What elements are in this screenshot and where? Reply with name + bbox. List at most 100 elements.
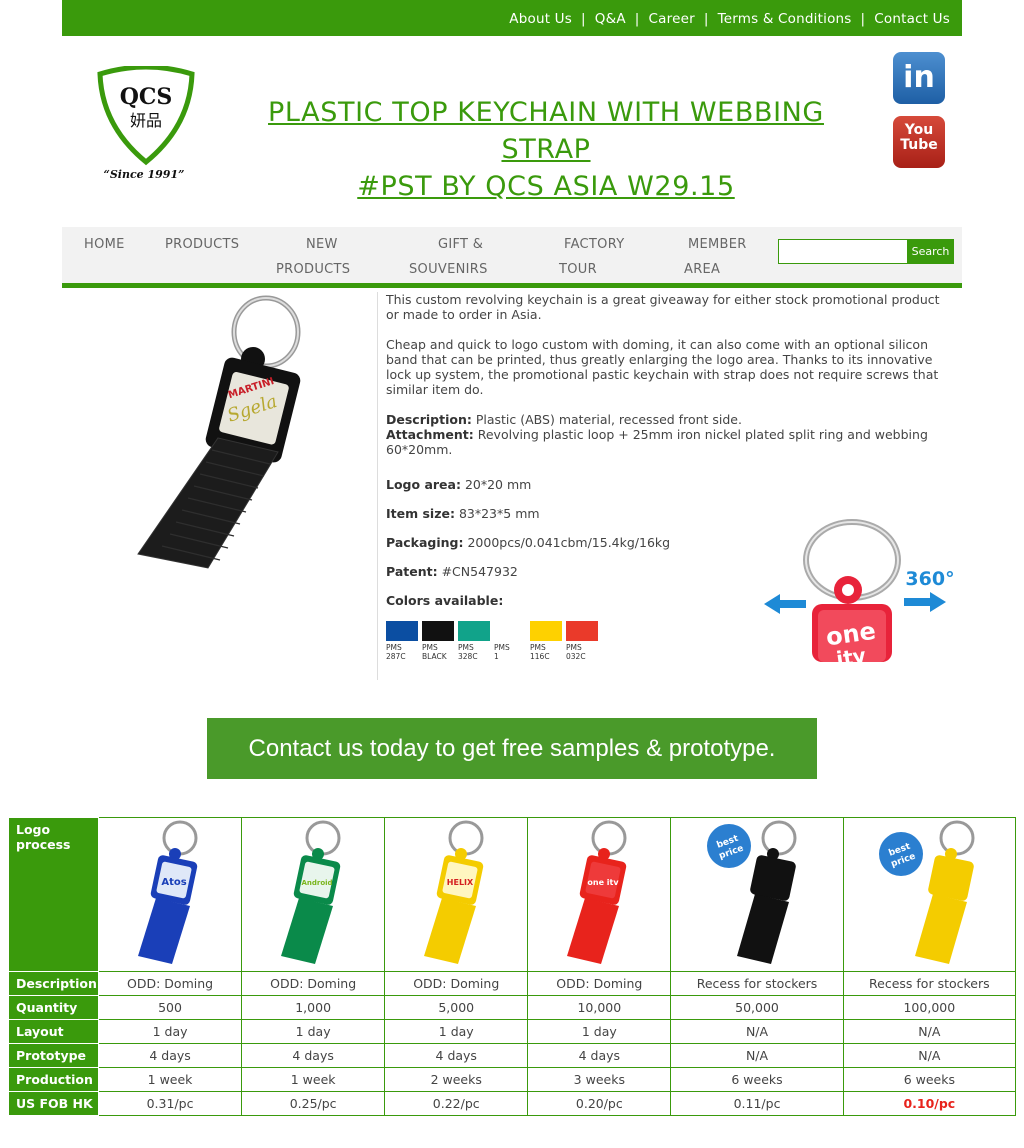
- table-cell: 0.22/pc: [384, 1091, 529, 1116]
- spec-packaging: Packaging: 2000pcs/0.041cbm/15.4kg/16kg: [386, 535, 670, 550]
- spec-patent: Patent: #CN547932: [386, 564, 518, 579]
- product-cell: one itv: [527, 817, 672, 972]
- swatch: PMS BLACK: [422, 621, 454, 661]
- swatch-color: [386, 621, 418, 641]
- colors-label-text: Colors available:: [386, 593, 504, 608]
- table-row-price: US FOB HK 0.31/pc 0.25/pc 0.22/pc 0.20/p…: [8, 1091, 1017, 1116]
- table-cell: 1 day: [384, 1019, 529, 1044]
- contact-cta-button[interactable]: Contact us today to get free samples & p…: [207, 718, 817, 779]
- table-cell: 1 day: [97, 1019, 243, 1044]
- title-line-1: PLASTIC TOP KEYCHAIN WITH WEBBING STRAP: [268, 97, 824, 165]
- nav-gift-line-2: SOUVENIRS: [409, 262, 488, 277]
- search-input[interactable]: [778, 239, 908, 264]
- product-cell: best price: [670, 817, 844, 972]
- youtube-text-1: You: [904, 122, 934, 138]
- youtube-text-2: Tube: [900, 137, 938, 153]
- qcs-logo[interactable]: QCS 妍品 “Since 1991”: [96, 64, 196, 186]
- table-cell: 500: [97, 995, 243, 1020]
- row-header-description: Description: [8, 971, 99, 996]
- row-header-text: Logo process: [16, 822, 71, 852]
- swatch-label-1: PMS: [566, 643, 582, 652]
- table-cell: 4 days: [527, 1043, 672, 1068]
- swatch: PMS 328C: [458, 621, 490, 661]
- swatch-label-1: PMS: [422, 643, 438, 652]
- table-cell: 2 weeks: [384, 1067, 529, 1092]
- table-cell: ODD: Doming: [97, 971, 243, 996]
- keychain-thumbnail: bestprice: [879, 820, 975, 964]
- spec-logo-area: Logo area: 20*20 mm: [386, 477, 531, 492]
- table-row-description: Description ODD: Doming ODD: Doming ODD:…: [8, 971, 1017, 996]
- linkedin-icon[interactable]: in: [893, 52, 945, 104]
- search-button[interactable]: Search: [907, 239, 954, 264]
- swatch-label-2: 032C: [566, 652, 586, 661]
- desc-paragraph-2: Cheap and quick to logo custom with domi…: [386, 337, 939, 397]
- table-cell: 4 days: [241, 1043, 386, 1068]
- top-link-about-us[interactable]: About Us: [509, 11, 572, 27]
- swatch-color: [458, 621, 490, 641]
- table-cell: 1 day: [241, 1019, 386, 1044]
- swatch-label-2: 287C: [386, 652, 406, 661]
- rotation-360-image: one itv 360°: [756, 490, 956, 671]
- desc-material-label: Description:: [386, 412, 472, 427]
- product-cell: best price: [842, 817, 1017, 972]
- product-cell: Android: [241, 817, 386, 972]
- top-link-terms[interactable]: Terms & Conditions: [718, 11, 852, 27]
- table-cell: 1,000: [241, 995, 386, 1020]
- table-row-quantity: Quantity 500 1,000 5,000 10,000 50,000 1…: [8, 995, 1017, 1020]
- table-cell: Recess for stockers: [670, 971, 844, 996]
- table-cell: N/A: [842, 1043, 1017, 1068]
- keychain-image: MARTINI Sgela: [137, 295, 301, 569]
- nav-gift-souvenirs[interactable]: GIFT & SOUVENIRS: [409, 232, 519, 282]
- table-cell: 0.20/pc: [527, 1091, 672, 1116]
- swatch-label-2: 116C: [530, 652, 550, 661]
- desc-material: Description: Plastic (ABS) material, rec…: [386, 412, 956, 427]
- nav-products[interactable]: PRODUCTS: [165, 232, 239, 257]
- table-cell: 0.25/pc: [241, 1091, 386, 1116]
- swatch-color: [566, 621, 598, 641]
- keychain-thumbnail: Android: [281, 820, 341, 964]
- spec-label: Logo area:: [386, 477, 461, 492]
- swatch: PMS 032C: [566, 621, 598, 661]
- swatch: PMS 1: [494, 621, 526, 661]
- product-cell: HELIX: [384, 817, 529, 972]
- arrow-right-icon: [904, 592, 946, 612]
- spec-value: 83*23*5 mm: [458, 506, 540, 521]
- swatch-label-1: PMS: [494, 643, 510, 652]
- swatch: PMS 287C: [386, 621, 418, 661]
- title-line-2: #PST BY QCS ASIA W29.15: [357, 171, 735, 202]
- swatch-color: [494, 621, 526, 641]
- table-row-layout: Layout 1 day 1 day 1 day 1 day N/A N/A: [8, 1019, 1017, 1044]
- row-header-production: Production: [8, 1067, 99, 1092]
- desc-material-value: Plastic (ABS) material, recessed front s…: [475, 412, 742, 427]
- nav-factory-tour[interactable]: FACTORY TOUR: [559, 232, 629, 282]
- youtube-icon[interactable]: You Tube: [893, 116, 945, 168]
- top-link-qa[interactable]: Q&A: [595, 11, 626, 27]
- table-cell: 3 weeks: [527, 1067, 672, 1092]
- logo-name: QCS: [120, 84, 173, 110]
- spec-label: Patent:: [386, 564, 438, 579]
- best-price-cell: 0.10/pc: [842, 1091, 1017, 1116]
- row-header-prototype: Prototype: [8, 1043, 99, 1068]
- top-link-career[interactable]: Career: [649, 11, 695, 27]
- swatch-label-1: PMS: [458, 643, 474, 652]
- table-cell: 10,000: [527, 995, 672, 1020]
- page-title[interactable]: PLASTIC TOP KEYCHAIN WITH WEBBING STRAP …: [228, 94, 864, 205]
- swatch-label-1: PMS: [386, 643, 402, 652]
- swatch-label-2: BLACK: [422, 652, 447, 661]
- top-link-contact-us[interactable]: Contact Us: [874, 11, 950, 27]
- pricing-table: Logo process Atos Android HELIX one itv …: [8, 817, 1017, 1116]
- nav-new-products[interactable]: NEW PRODUCTS: [276, 232, 366, 282]
- logo-since: “Since 1991”: [104, 168, 185, 181]
- nav-new-line-1: NEW: [306, 237, 338, 252]
- divider: |: [860, 11, 866, 27]
- swatch-color: [530, 621, 562, 641]
- nav-member-area[interactable]: MEMBER AREA: [684, 232, 754, 282]
- keychain-thumbnail: one itv: [567, 820, 627, 964]
- table-cell: ODD: Doming: [384, 971, 529, 996]
- nav-home[interactable]: HOME: [84, 232, 125, 257]
- table-row-prototype: Prototype 4 days 4 days 4 days 4 days N/…: [8, 1043, 1017, 1068]
- spec-item-size: Item size: 83*23*5 mm: [386, 506, 540, 521]
- table-cell: N/A: [842, 1019, 1017, 1044]
- product-main-image: MARTINI Sgela: [62, 292, 372, 592]
- table-cell: N/A: [670, 1019, 844, 1044]
